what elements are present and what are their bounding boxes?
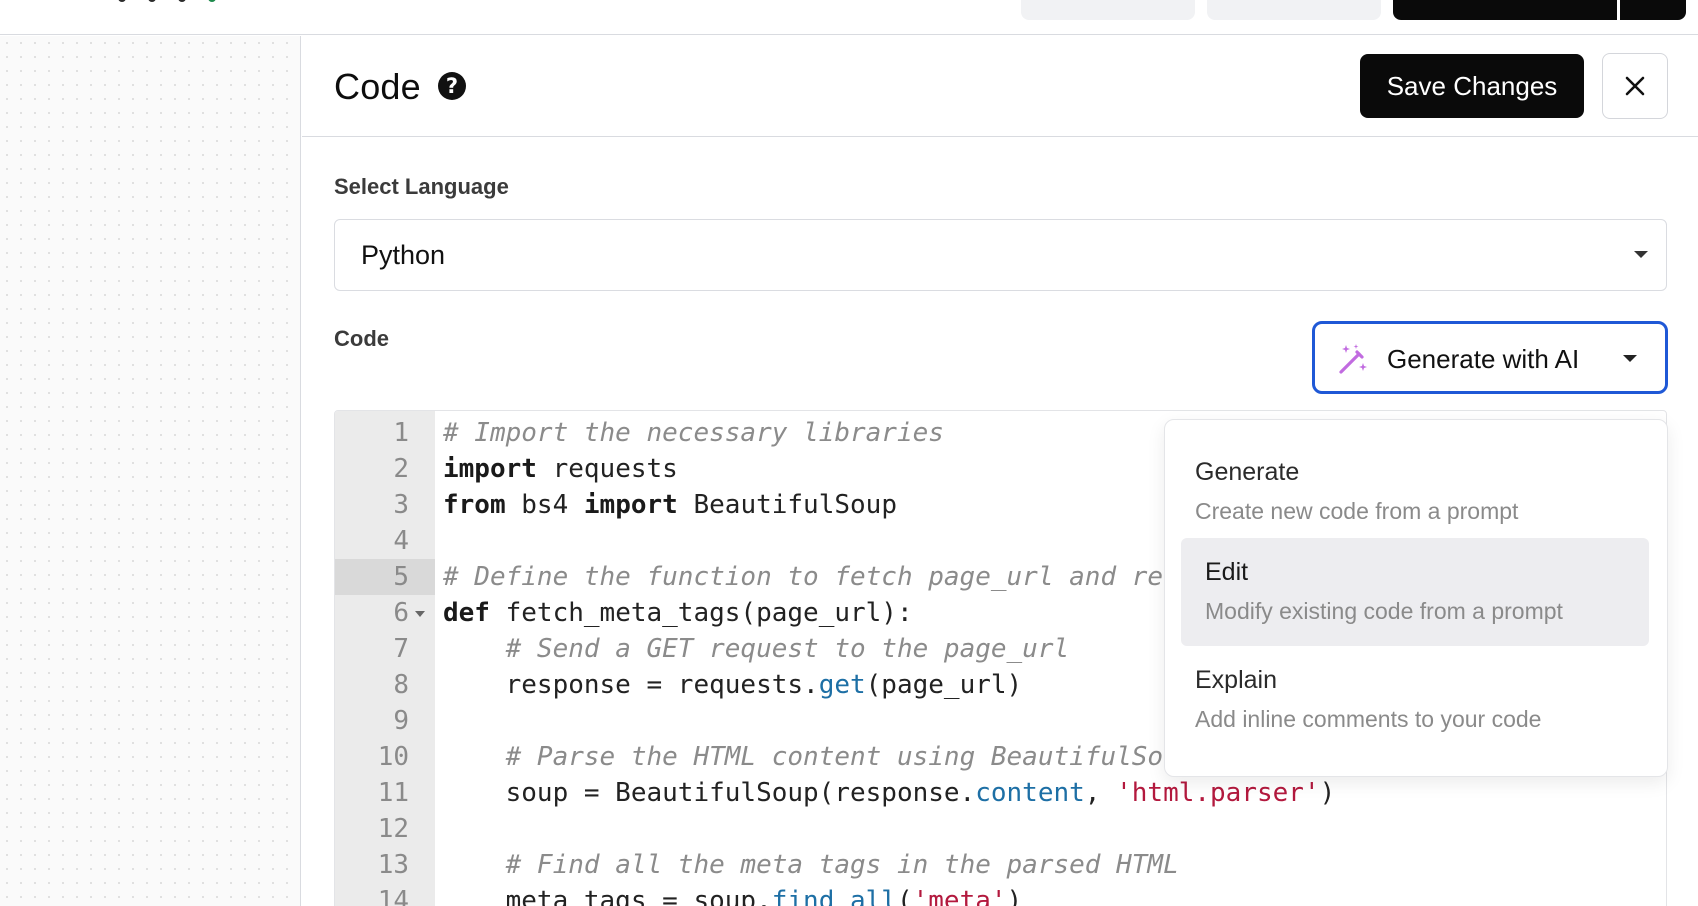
menu-item-title: Explain	[1195, 666, 1277, 694]
code-text: soup = BeautifulSoup(response.content, '…	[443, 778, 1336, 808]
line-number: 9	[393, 706, 409, 736]
line-number: 13	[377, 850, 409, 880]
close-button[interactable]	[1602, 53, 1668, 119]
chevron-down-icon	[1634, 251, 1648, 258]
top-bar-button-1[interactable]	[1021, 0, 1195, 20]
code-text: from bs4 import BeautifulSoup	[443, 490, 897, 520]
close-icon	[1625, 76, 1645, 96]
top-bar	[0, 0, 1698, 35]
menu-item-edit[interactable]: Edit Modify existing code from a prompt	[1181, 538, 1649, 646]
ai-dropdown-menu: Generate Create new code from a prompt E…	[1164, 419, 1668, 777]
code-text: # Parse the HTML content using Beautiful…	[505, 742, 1164, 772]
line-number: 7	[393, 634, 409, 664]
select-language-label: Select Language	[334, 174, 509, 199]
menu-item-description: Create new code from a prompt	[1195, 498, 1519, 524]
code-line[interactable]: 14 meta_tags = soup.find_all('meta')	[335, 883, 1666, 906]
language-select[interactable]: Python	[334, 219, 1667, 291]
line-number: 12	[377, 814, 409, 844]
line-number: 6	[393, 598, 409, 628]
code-text: import requests	[443, 454, 678, 484]
line-number: 1	[393, 418, 409, 448]
line-number: 11	[377, 778, 409, 808]
code-label: Code	[334, 326, 389, 351]
top-bar-primary-button[interactable]	[1393, 0, 1617, 20]
line-number: 3	[393, 490, 409, 520]
code-text: def fetch_meta_tags(page_url):	[443, 598, 913, 628]
code-text: meta_tags = soup.find_all('meta')	[443, 886, 1023, 906]
language-select-value: Python	[361, 240, 446, 270]
menu-item-title: Generate	[1195, 458, 1300, 486]
top-breadcrumb	[118, 0, 216, 2]
line-number: 14	[377, 886, 409, 906]
code-line[interactable]: 13 # Find all the meta tags in the parse…	[335, 847, 1666, 883]
line-number: 5	[393, 562, 409, 592]
top-bar-button-2[interactable]	[1207, 0, 1381, 20]
panel-header: Code ? Save Changes	[302, 36, 1698, 137]
panel-title: Code	[334, 66, 421, 107]
code-text: # Define the function to fetch page_url …	[443, 562, 1164, 592]
code-text: # Send a GET request to the page_url	[505, 634, 1070, 664]
generate-with-ai-button[interactable]: Generate with AI	[1312, 321, 1668, 394]
magic-wand-icon	[1339, 344, 1367, 374]
workflow-canvas[interactable]	[0, 36, 301, 906]
code-line[interactable]: 11 soup = BeautifulSoup(response.content…	[335, 775, 1666, 811]
line-number: 2	[393, 454, 409, 484]
top-bar-primary-dropdown[interactable]	[1620, 0, 1686, 20]
chevron-down-icon	[1623, 355, 1637, 362]
line-number: 4	[393, 526, 409, 556]
menu-item-explain[interactable]: Explain Add inline comments to your code	[1181, 646, 1649, 754]
save-changes-button[interactable]: Save Changes	[1360, 54, 1584, 118]
menu-item-generate[interactable]: Generate Create new code from a prompt	[1181, 438, 1649, 546]
code-text: response = requests.get(page_url)	[443, 670, 1023, 700]
line-number: 8	[393, 670, 409, 700]
code-text: # Import the necessary libraries	[443, 418, 944, 448]
menu-item-description: Modify existing code from a prompt	[1205, 598, 1563, 624]
menu-item-title: Edit	[1205, 558, 1249, 586]
fold-arrow-icon[interactable]	[415, 611, 425, 617]
question-circle-icon[interactable]: ?	[438, 72, 466, 100]
line-number: 10	[377, 742, 409, 772]
menu-item-description: Add inline comments to your code	[1195, 706, 1542, 732]
code-line[interactable]: 12	[335, 811, 1666, 847]
code-text: # Find all the meta tags in the parsed H…	[505, 850, 1179, 880]
generate-with-ai-label: Generate with AI	[1387, 344, 1580, 374]
